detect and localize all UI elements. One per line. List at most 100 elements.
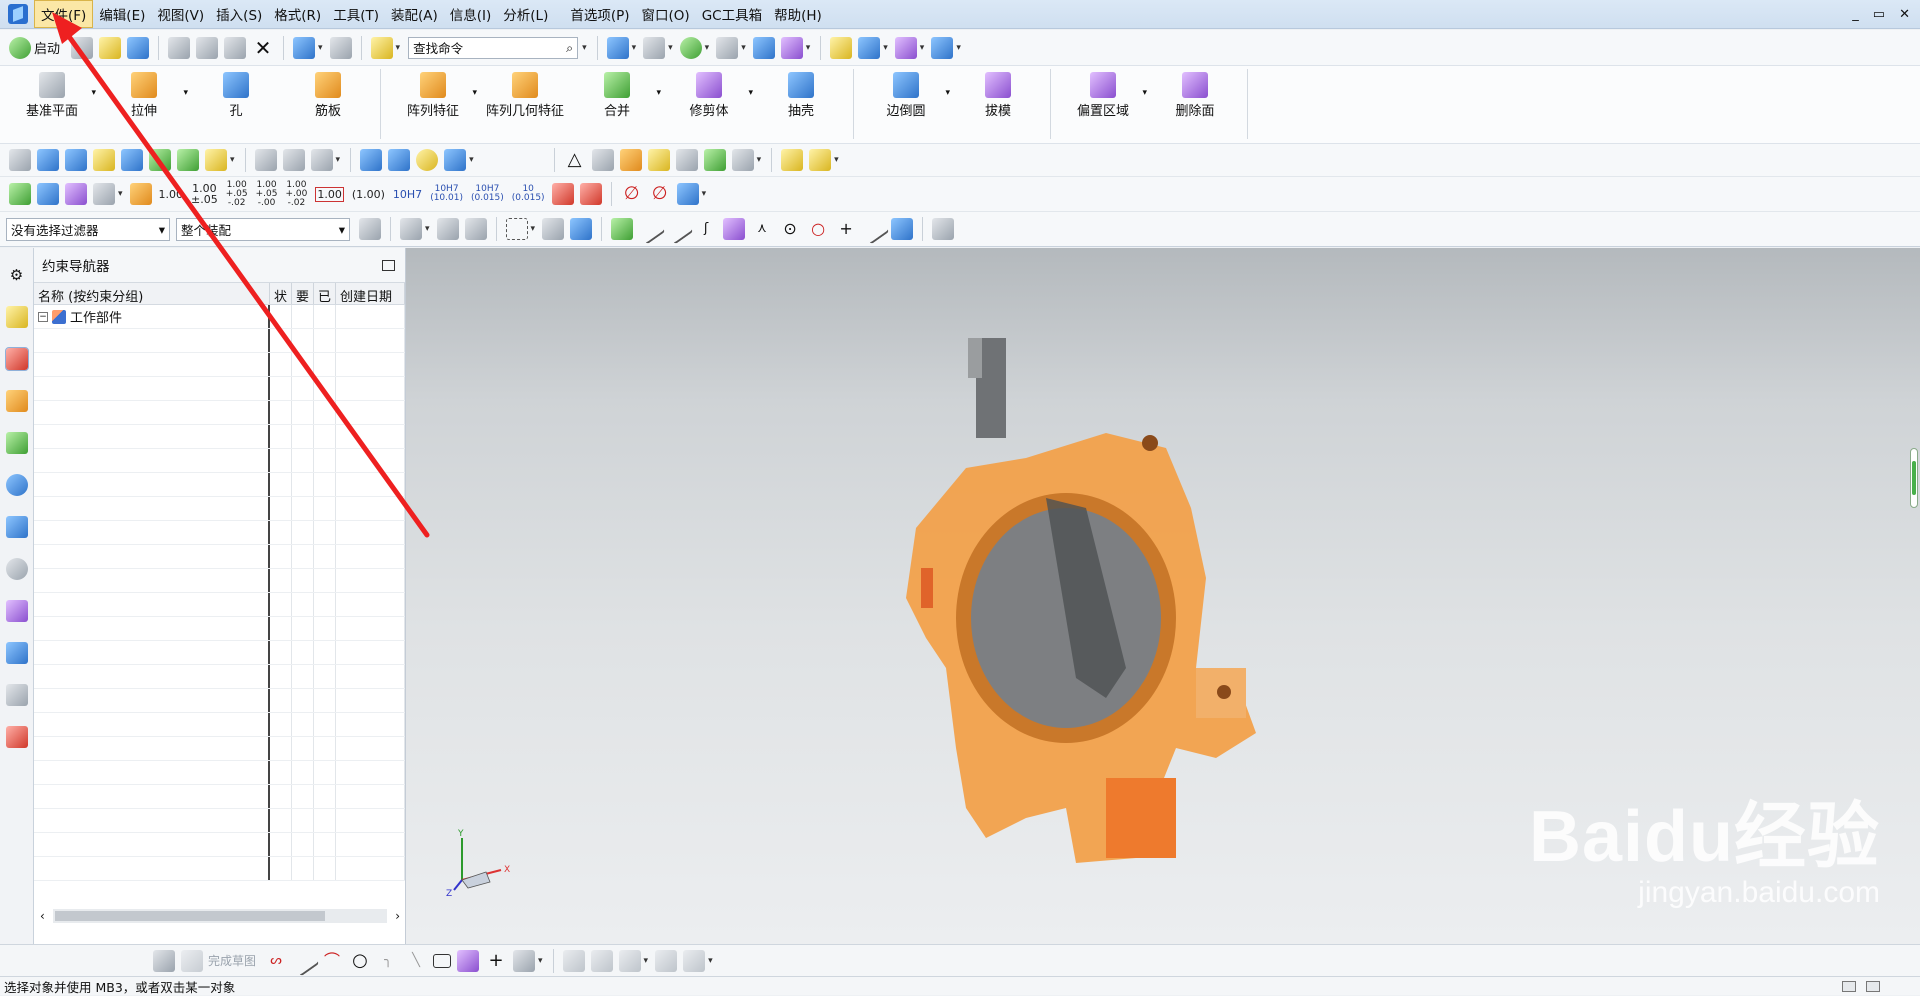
snap-view-icon[interactable]	[830, 36, 853, 59]
arrange-icon[interactable]	[310, 149, 333, 171]
menu-file[interactable]: 文件(F)	[34, 0, 94, 28]
table-icon[interactable]	[591, 149, 614, 171]
dim-nominal[interactable]: 1.00	[159, 189, 184, 200]
select-feature-icon[interactable]	[359, 218, 381, 240]
assembly-navigator-tab-icon[interactable]	[5, 306, 28, 328]
edge-blend-button[interactable]: 边倒圆 ▾	[860, 66, 952, 142]
rectangle-select-icon[interactable]	[505, 218, 528, 240]
menu-help[interactable]: 帮助(H)	[768, 1, 828, 27]
menu-edit[interactable]: 编辑(E)	[93, 1, 151, 27]
dim-rapid-icon[interactable]	[551, 183, 574, 205]
snap-point-icon[interactable]: +	[835, 218, 857, 240]
menu-view[interactable]: 视图(V)	[151, 1, 210, 27]
parts-list-icon[interactable]	[781, 149, 804, 171]
view-zoom-slider[interactable]	[1910, 448, 1918, 508]
constraint-navigator-tab-icon[interactable]	[4, 347, 29, 371]
column-status[interactable]: 状	[270, 283, 292, 304]
scroll-track[interactable]	[52, 909, 388, 923]
unite-button[interactable]: 合并 ▾	[571, 66, 663, 142]
restore-button[interactable]: ▭	[1873, 7, 1885, 22]
roles-tab-icon[interactable]	[5, 726, 28, 748]
profile-icon[interactable]: ᔕ	[265, 950, 287, 972]
snap-midpoint-icon[interactable]	[662, 213, 694, 245]
copy-icon[interactable]	[196, 36, 219, 59]
draft-button[interactable]: 拔模	[952, 66, 1044, 142]
line-icon[interactable]	[288, 945, 320, 976]
new-file-icon[interactable]	[71, 36, 94, 59]
info-tab-icon[interactable]	[5, 474, 28, 496]
pattern-feature-button[interactable]: 阵列特征 ▾	[387, 66, 479, 142]
dim-limit-1[interactable]: 1.00 +.05 -.02	[226, 180, 248, 208]
history-tab-icon[interactable]	[5, 558, 28, 580]
web-browser-tab-icon[interactable]	[5, 516, 28, 538]
collapse-toggle-icon[interactable]: −	[38, 311, 48, 322]
quick-extend-icon[interactable]	[590, 949, 613, 972]
dim-fit-1[interactable]: 10H7 (10.01)	[430, 185, 463, 203]
menu-analysis[interactable]: 分析(L)	[497, 1, 554, 27]
render-style-icon[interactable]	[643, 36, 666, 59]
diameter-cross-icon[interactable]: ∅	[649, 183, 671, 205]
menu-information[interactable]: 信息(I)	[444, 1, 498, 27]
diameter-icon[interactable]: ∅	[621, 183, 643, 205]
extrude-button[interactable]: 拉伸 ▾	[98, 66, 190, 142]
scroll-thumb[interactable]	[54, 911, 325, 921]
selection-filter-dropdown[interactable]: 没有选择过滤器 ▾	[6, 217, 170, 241]
snap-endpoint-icon[interactable]	[611, 218, 634, 240]
snap-line-icon[interactable]	[634, 213, 666, 245]
shaded-sphere-icon[interactable]	[679, 36, 702, 59]
circle-icon[interactable]: ○	[349, 950, 371, 972]
column-required[interactable]: 要	[292, 283, 314, 304]
menu-gc-toolbox[interactable]: GC工具箱	[696, 1, 768, 27]
measure-distance-icon[interactable]	[894, 36, 917, 59]
wave-linker-icon[interactable]	[205, 149, 227, 171]
inspect-icon[interactable]	[37, 183, 59, 205]
trim-body-button[interactable]: 修剪体 ▾	[663, 66, 755, 142]
part-navigator-tab-icon[interactable]	[5, 390, 28, 412]
pattern-geometry-button[interactable]: 阵列几何特征	[479, 66, 571, 142]
check-icon[interactable]	[9, 183, 31, 205]
grid-icon[interactable]	[619, 149, 642, 171]
grid-snap-icon[interactable]	[932, 218, 955, 240]
report-icon[interactable]	[65, 183, 87, 205]
dim-bilateral[interactable]: 1.00 ±.05	[191, 183, 218, 205]
scroll-left-icon[interactable]: ‹	[40, 909, 45, 923]
snap-center-icon[interactable]: ⊙	[779, 218, 801, 240]
dim-fit[interactable]: 10H7	[393, 189, 422, 200]
curve-icon[interactable]	[254, 149, 277, 171]
assembly-scope-dropdown[interactable]: 整个装配 ▾	[176, 217, 350, 241]
maximize-icon[interactable]	[382, 259, 395, 271]
close-button[interactable]: ✕	[1899, 7, 1910, 22]
dimension-style-icon[interactable]	[129, 183, 152, 205]
menu-assembly[interactable]: 装配(A)	[385, 1, 444, 27]
dim-limit-3[interactable]: 1.00 +.00 -.02	[285, 180, 307, 208]
note-icon[interactable]	[675, 149, 698, 171]
move-component-icon[interactable]	[858, 36, 881, 59]
hammer-icon[interactable]	[149, 149, 171, 171]
dim-fit-3[interactable]: 10 (0.015)	[512, 185, 545, 203]
fit-view-icon[interactable]	[606, 36, 629, 59]
layer-visible-icon[interactable]	[65, 149, 87, 171]
chamfer-icon[interactable]: ╲	[405, 950, 427, 972]
column-name[interactable]: 名称 (按约束分组)	[34, 283, 270, 304]
minimize-button[interactable]: _	[1852, 7, 1859, 22]
gear-icon[interactable]: ⚙	[6, 264, 28, 286]
paste-icon[interactable]	[224, 36, 247, 59]
open-folder-icon[interactable]	[99, 36, 122, 59]
column-done[interactable]: 已	[314, 283, 336, 304]
undo-icon[interactable]	[293, 36, 316, 59]
fillet-icon[interactable]: ╮	[377, 950, 399, 972]
menu-preferences[interactable]: 首选项(P)	[564, 1, 635, 27]
robot-tab-icon[interactable]	[5, 684, 28, 706]
pen-icon[interactable]	[388, 149, 411, 171]
assembly-model[interactable]	[906, 338, 1326, 898]
add-component-icon[interactable]	[121, 149, 143, 171]
cut-icon[interactable]	[168, 36, 191, 59]
repeat-command-icon[interactable]	[370, 36, 393, 59]
shell-button[interactable]: 抽壳	[755, 66, 847, 142]
select-tangent-icon[interactable]	[464, 218, 487, 240]
arc-icon[interactable]: ⌒	[321, 950, 343, 972]
circles-icon[interactable]	[647, 149, 670, 171]
start-button[interactable]: 启动	[34, 38, 60, 57]
tape-measure-icon[interactable]	[93, 149, 115, 171]
command-search-input[interactable]: 查找命令 ⌕	[408, 36, 579, 59]
